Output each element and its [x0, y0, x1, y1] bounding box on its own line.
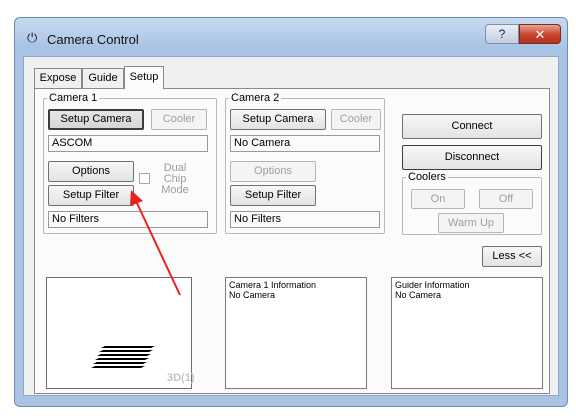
- annotation-arrow: [130, 190, 181, 296]
- tab-setup[interactable]: Setup: [124, 66, 164, 89]
